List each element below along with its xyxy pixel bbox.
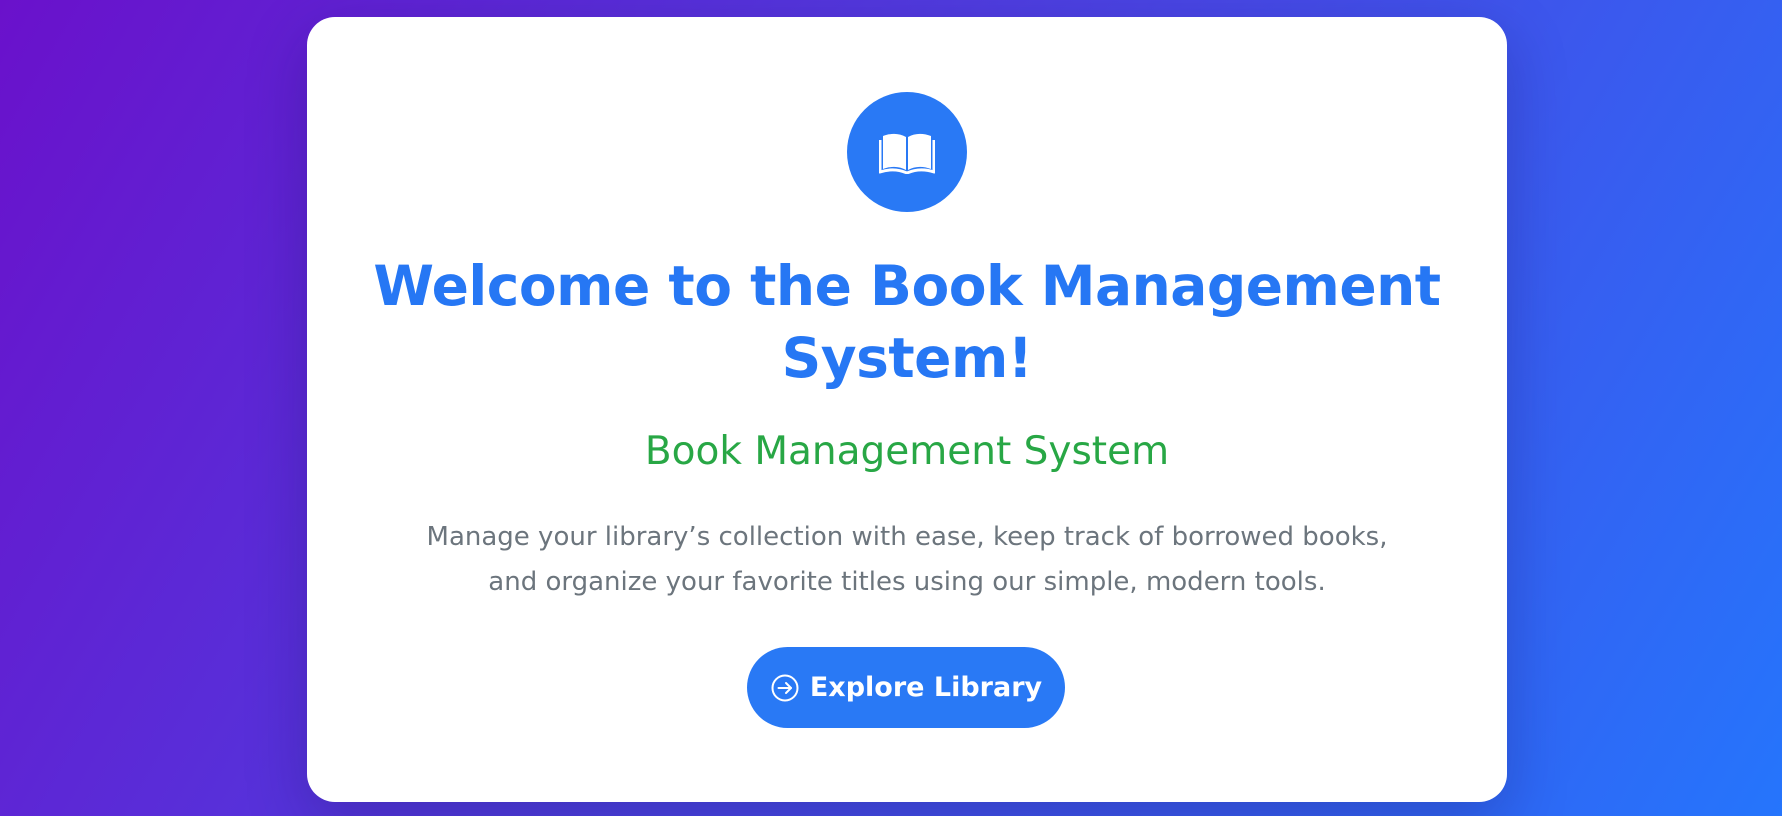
intro-description: Manage your library’s collection with ea… (426, 522, 1388, 597)
explore-library-button[interactable]: Explore Library (747, 647, 1065, 728)
arrow-right-circle-icon (770, 673, 800, 703)
page-subtitle: Book Management System (644, 429, 1170, 474)
explore-library-label: Explore Library (809, 672, 1043, 703)
page-title: Welcome to the Book Management System! (373, 254, 1441, 390)
welcome-card: Welcome to the Book Management System! B… (307, 17, 1507, 802)
open-book-icon (847, 92, 967, 212)
